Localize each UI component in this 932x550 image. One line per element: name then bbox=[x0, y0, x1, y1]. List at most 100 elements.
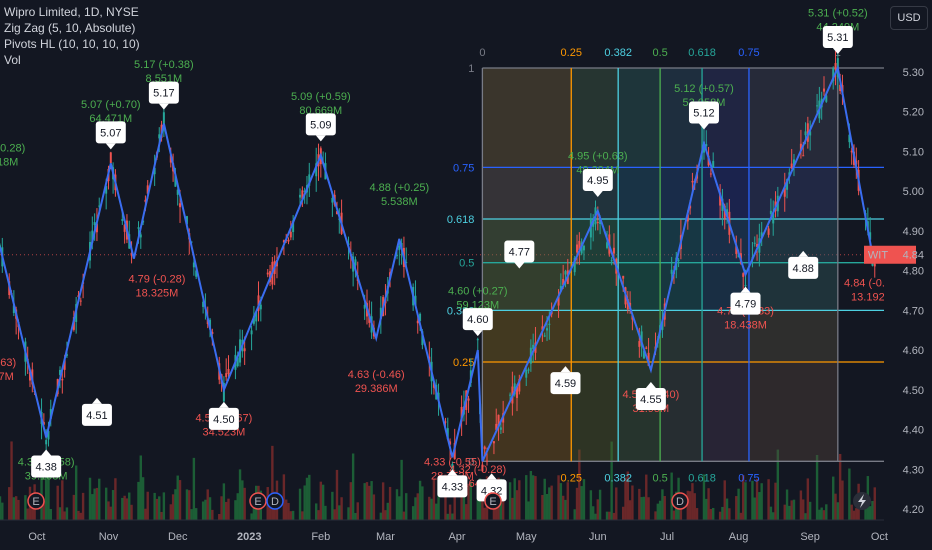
volume-bar bbox=[448, 504, 452, 520]
fib-time-label-top: 0.618 bbox=[688, 47, 716, 59]
volume-bar bbox=[575, 487, 579, 520]
time-tick-label: Oct bbox=[28, 531, 45, 543]
volume-bar bbox=[386, 502, 389, 520]
pivot-stat-text: 5.07 (+0.70) bbox=[81, 99, 141, 111]
volume-bar bbox=[785, 489, 789, 520]
volume-bar bbox=[128, 492, 131, 520]
volume-bar bbox=[98, 478, 101, 520]
volume-bar bbox=[79, 512, 82, 520]
price-tick-label: 4.70 bbox=[903, 305, 924, 317]
candle-body bbox=[802, 155, 805, 157]
volume-bar bbox=[398, 496, 401, 520]
volume-bar bbox=[285, 499, 288, 520]
currency-button[interactable]: USD bbox=[890, 6, 928, 30]
volume-bar bbox=[356, 502, 359, 520]
fib-price-label: 0.75 bbox=[453, 162, 474, 174]
volume-bar bbox=[335, 469, 339, 520]
price-tick-label: 4.60 bbox=[903, 345, 924, 357]
volume-bar bbox=[176, 475, 179, 520]
volume-bar bbox=[10, 441, 13, 520]
fib-price-label: 0.618 bbox=[447, 214, 475, 226]
volume-bar bbox=[808, 501, 812, 520]
candle-body bbox=[179, 203, 182, 208]
volume-bar bbox=[790, 500, 793, 520]
volume-bar bbox=[841, 480, 844, 520]
volume-bar bbox=[8, 487, 11, 520]
volume-bar bbox=[515, 490, 519, 520]
candle-body bbox=[483, 446, 486, 450]
volume-bar bbox=[243, 487, 246, 520]
pivot-stat-text: 4.60 (+0.27) bbox=[448, 285, 508, 297]
candle-body bbox=[822, 88, 825, 92]
volume-bar bbox=[241, 480, 244, 520]
volume-bar bbox=[72, 494, 76, 520]
candle-body bbox=[225, 373, 228, 378]
volume-bar bbox=[612, 512, 616, 520]
volume-bar bbox=[435, 503, 438, 520]
volume-bar bbox=[799, 490, 803, 520]
pivot-box-value: 4.50 bbox=[213, 414, 234, 426]
volume-bar bbox=[109, 506, 112, 520]
volume-bar bbox=[772, 512, 775, 520]
symbol-title[interactable]: Wipro Limited, 1D, NYSE bbox=[4, 4, 140, 20]
volume-bar bbox=[850, 504, 853, 520]
volume-bar bbox=[545, 494, 549, 520]
pivot-label-box: 4.38 bbox=[31, 449, 62, 478]
volume-bar bbox=[640, 497, 643, 520]
volume-bar bbox=[513, 478, 516, 520]
fib-time-label-bottom: 0.618 bbox=[688, 472, 716, 484]
event-marker: E bbox=[249, 492, 267, 510]
pivot-box-value: 4.33 bbox=[442, 481, 463, 493]
volume-bar bbox=[63, 511, 66, 520]
volume-bar bbox=[693, 493, 696, 520]
lightning-icon bbox=[853, 492, 871, 510]
fib-time-label-bottom: 0.25 bbox=[561, 472, 582, 484]
volume-bar bbox=[416, 493, 419, 520]
pivot-label-box: 5.07 bbox=[95, 121, 126, 150]
volume-indicator-label[interactable]: Vol bbox=[4, 52, 140, 68]
volume-bar bbox=[712, 507, 715, 520]
volume-bar bbox=[656, 503, 660, 520]
candle-body bbox=[742, 273, 745, 277]
volume-bar bbox=[26, 508, 29, 520]
pivots-indicator-label[interactable]: Pivots HL (10, 10, 10, 10) bbox=[4, 36, 140, 52]
volume-bar bbox=[838, 453, 842, 520]
volume-bar bbox=[298, 488, 302, 520]
volume-bar bbox=[705, 498, 708, 520]
volume-bar bbox=[111, 490, 115, 520]
candle-body bbox=[645, 347, 648, 349]
pivot-stat-text: 4.32 (-0.28) bbox=[449, 464, 506, 476]
candle-body bbox=[250, 330, 253, 335]
fib-time-label-bottom: 0.5 bbox=[652, 472, 667, 484]
volume-bar bbox=[820, 507, 823, 520]
time-tick-label: Mar bbox=[376, 531, 395, 543]
fib-price-label: 0.5 bbox=[459, 258, 474, 270]
volume-bar bbox=[395, 489, 399, 520]
volume-bar bbox=[61, 480, 64, 520]
volume-bar bbox=[91, 494, 94, 520]
volume-bar bbox=[868, 506, 872, 520]
volume-bar bbox=[388, 486, 392, 520]
volume-bar bbox=[236, 493, 239, 520]
volume-bar bbox=[589, 490, 593, 520]
volume-bar bbox=[305, 477, 309, 520]
candle-body bbox=[804, 131, 807, 136]
volume-bar bbox=[605, 511, 609, 520]
volume-bar bbox=[691, 483, 694, 520]
candle-body bbox=[638, 341, 641, 347]
volume-bar bbox=[871, 500, 874, 520]
volume-bar bbox=[735, 496, 738, 520]
pivot-box-value: 5.31 bbox=[827, 32, 848, 44]
volume-bar bbox=[815, 455, 819, 520]
volume-bar bbox=[670, 472, 673, 520]
volume-bar bbox=[81, 492, 85, 520]
volume-bar bbox=[631, 485, 634, 520]
pivot-box-pointer bbox=[218, 401, 229, 408]
candle-body bbox=[227, 368, 230, 375]
chart-canvas[interactable]: 10.750.6180.50.3820.2500 0.250.250.3820.3… bbox=[0, 0, 932, 550]
volume-bar bbox=[206, 489, 209, 520]
price-tick-label: 4.40 bbox=[903, 425, 924, 437]
zigzag-indicator-label[interactable]: Zig Zag (5, 10, Absolute) bbox=[4, 20, 140, 36]
volume-bar bbox=[647, 497, 650, 520]
volume-bar bbox=[411, 506, 415, 520]
